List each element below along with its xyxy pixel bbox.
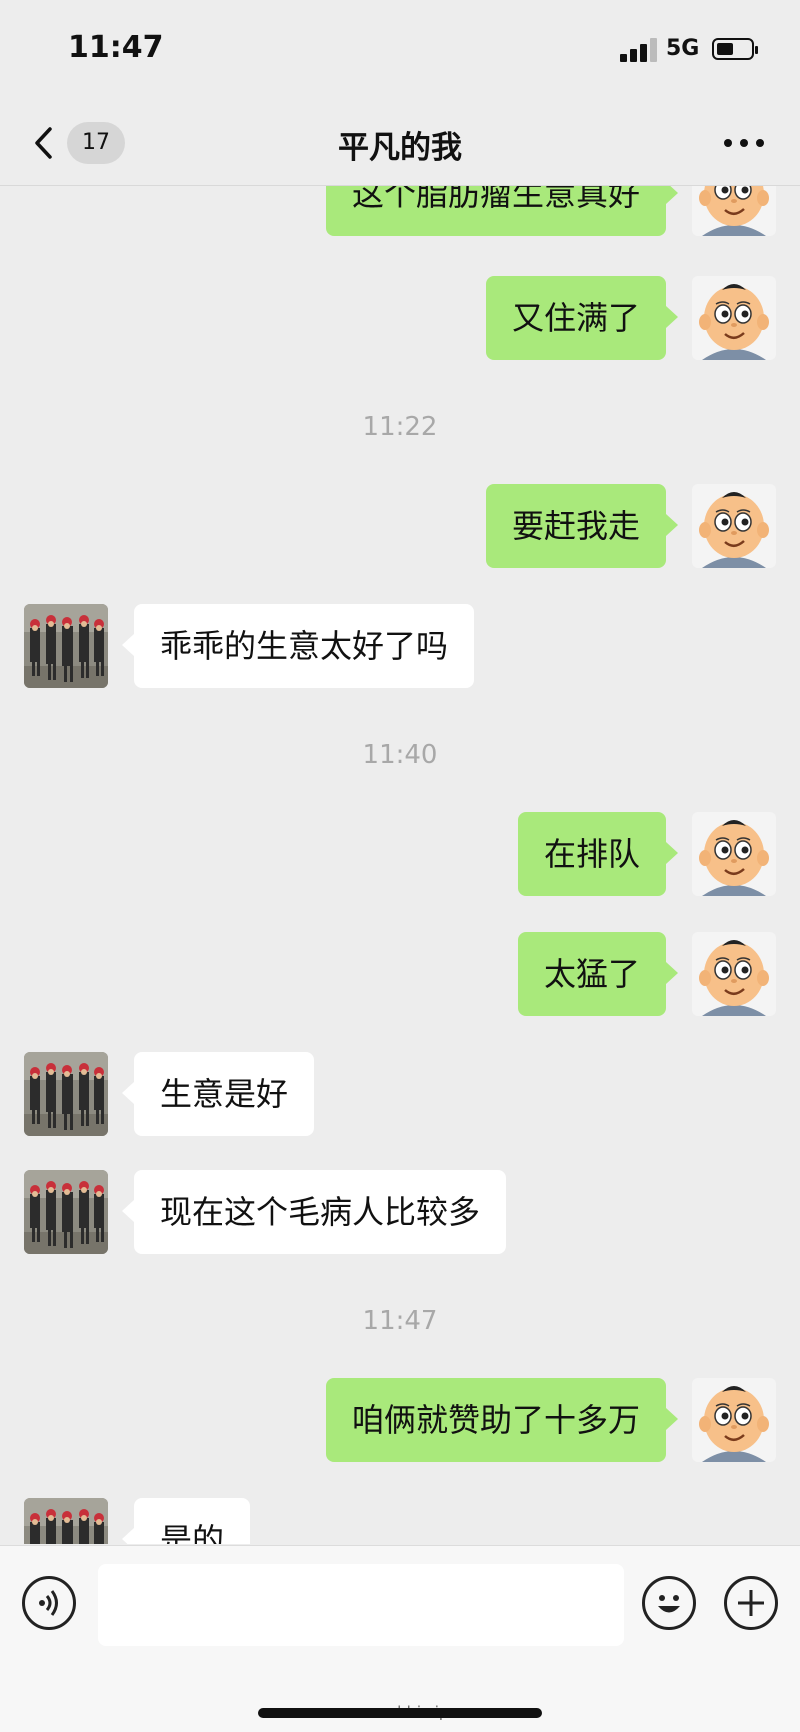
status-bar: 11:47 5G	[0, 0, 800, 100]
voice-wave-icon	[39, 1590, 58, 1616]
status-time: 11:47	[68, 30, 164, 65]
network-type-label: 5G	[666, 36, 700, 61]
self-avatar[interactable]	[692, 1378, 776, 1462]
incoming-message-bubble[interactable]: 乖乖的生意太好了吗	[121, 604, 475, 688]
chat-title: 平凡的我	[338, 130, 462, 166]
outgoing-message-bubble[interactable]: 这个脂肪瘤生意真好	[325, 186, 679, 236]
contact-avatar[interactable]	[24, 1052, 108, 1136]
self-avatar[interactable]	[692, 812, 776, 896]
home-indicator[interactable]	[258, 1708, 542, 1718]
outgoing-message-bubble[interactable]: 太猛了	[517, 932, 679, 1016]
outgoing-message-bubble[interactable]: 咱俩就赞助了十多万	[325, 1378, 679, 1462]
message-input-bar: www.ddri.vip	[0, 1545, 800, 1732]
plus-icon	[738, 1590, 764, 1616]
contact-avatar[interactable]	[24, 604, 108, 688]
emoji-button[interactable]	[642, 1576, 696, 1630]
outgoing-message-bubble[interactable]: 要赶我走	[485, 484, 679, 568]
self-avatar[interactable]	[692, 276, 776, 360]
incoming-message-bubble[interactable]: 是的	[121, 1498, 251, 1544]
battery-icon	[712, 38, 758, 60]
self-avatar[interactable]	[692, 932, 776, 1016]
contact-avatar[interactable]	[24, 1498, 108, 1544]
incoming-message-bubble[interactable]: 现在这个毛病人比较多	[121, 1170, 507, 1254]
self-avatar[interactable]	[692, 186, 776, 236]
outgoing-message-bubble[interactable]: 又住满了	[485, 276, 679, 360]
more-actions-button[interactable]	[724, 1576, 778, 1630]
incoming-message-bubble[interactable]: 生意是好	[121, 1052, 315, 1136]
chat-header: 17 平凡的我	[0, 100, 800, 186]
voice-input-button[interactable]	[22, 1576, 76, 1630]
timestamp: 11:47	[362, 1306, 438, 1336]
self-avatar[interactable]	[692, 484, 776, 568]
smiley-face-icon	[658, 1595, 680, 1613]
message-text-field[interactable]	[98, 1564, 624, 1646]
contact-avatar[interactable]	[24, 1170, 108, 1254]
cellular-signal-icon	[620, 38, 658, 62]
more-options-icon[interactable]	[722, 136, 766, 150]
timestamp: 11:40	[362, 740, 438, 770]
outgoing-message-bubble[interactable]: 在排队	[517, 812, 679, 896]
message-list[interactable]: 这个脂肪瘤生意真好 又住满了 11:22 要赶我走 乖乖的生意太好了吗 11:4…	[0, 186, 800, 1544]
timestamp: 11:22	[362, 412, 438, 442]
